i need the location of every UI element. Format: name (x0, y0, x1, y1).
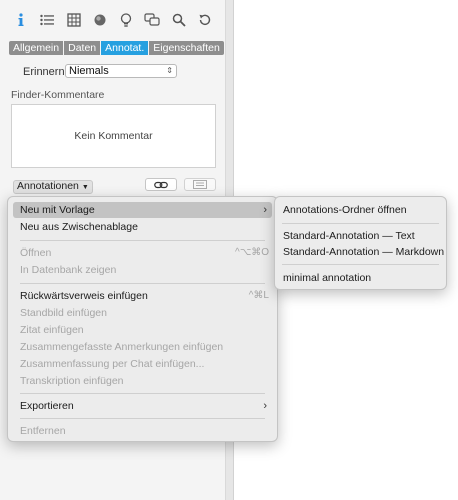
menu-item-new-from-clipboard[interactable]: Neu aus Zwischenablage (13, 219, 272, 235)
menu-separator (20, 418, 265, 419)
annotations-popup-button[interactable]: Annotationen ▼ (13, 180, 93, 194)
chevron-right-icon: › (263, 400, 267, 412)
annotation-note-button[interactable] (184, 178, 216, 191)
remind-select[interactable]: Niemals ⇕ (65, 64, 177, 78)
tab-annotationen[interactable]: Annotat. (101, 41, 150, 55)
list-icon[interactable] (36, 10, 58, 30)
menu-item-insert-chat-summary[interactable]: Zusammenfassung per Chat einfügen... (13, 356, 272, 372)
template-submenu: Annotations-Ordner öffnen Standard-Annot… (274, 196, 447, 290)
menu-separator (20, 240, 265, 241)
inspector-toolbar (10, 10, 216, 30)
submenu-item-standard-markdown[interactable]: Standard-Annotation — Markdown (282, 244, 444, 260)
menu-separator (282, 223, 439, 224)
menu-separator (20, 283, 265, 284)
menu-item-open[interactable]: Öffnen ^⌥⌘O (13, 245, 272, 261)
menu-item-insert-backlink[interactable]: Rückwärtsverweis einfügen ^⌘L (13, 288, 272, 304)
submenu-item-minimal-annotation[interactable]: minimal annotation (282, 270, 440, 286)
link-icon (154, 181, 168, 188)
menu-separator (282, 264, 439, 265)
search-icon[interactable] (168, 10, 190, 30)
circle-icon[interactable] (89, 10, 111, 30)
grid-icon[interactable] (63, 10, 85, 30)
tab-daten[interactable]: Daten (64, 41, 102, 55)
lightbulb-icon[interactable] (115, 10, 137, 30)
info-icon[interactable] (10, 10, 32, 30)
chevron-right-icon: › (263, 204, 267, 216)
finder-comment-field[interactable]: Kein Kommentar (11, 104, 216, 168)
inspector-tabs: Allgemein Daten Annotat. Eigenschaften (9, 41, 224, 55)
menu-item-new-from-template[interactable]: Neu mit Vorlage › (13, 202, 272, 218)
menu-item-show-in-database[interactable]: In Datenbank zeigen (13, 262, 272, 278)
menu-item-insert-still-image[interactable]: Standbild einfügen (13, 305, 272, 321)
tab-allgemein[interactable]: Allgemein (9, 41, 65, 55)
finder-comments-title: Finder-Kommentare (11, 89, 105, 101)
note-icon (193, 180, 207, 189)
link-button[interactable] (145, 178, 177, 191)
menu-item-export[interactable]: Exportieren › (13, 398, 272, 414)
remind-label: Erinnern (23, 66, 65, 78)
menu-item-remove[interactable]: Entfernen (13, 423, 272, 439)
chevron-down-icon: ▼ (81, 184, 89, 191)
chat-icon[interactable] (141, 10, 163, 30)
submenu-item-standard-text[interactable]: Standard-Annotation — Text (282, 228, 440, 244)
history-icon[interactable] (194, 10, 216, 30)
annotations-menu: Neu mit Vorlage › Neu aus Zwischenablage … (7, 196, 278, 442)
remind-select-value: Niemals (69, 65, 109, 77)
annotations-button-label: Annotationen (17, 180, 79, 192)
menu-shortcut: ^⌘L (248, 290, 269, 301)
submenu-item-open-annotations-folder[interactable]: Annotations-Ordner öffnen (282, 202, 440, 218)
menu-item-insert-transcription[interactable]: Transkription einfügen (13, 373, 272, 389)
menu-separator (20, 393, 265, 394)
menu-item-insert-summarized-notes[interactable]: Zusammengefasste Anmerkungen einfügen (13, 339, 272, 355)
finder-comment-placeholder: Kein Kommentar (74, 130, 153, 142)
menu-item-insert-quote[interactable]: Zitat einfügen (13, 322, 272, 338)
menu-shortcut: ^⌥⌘O (235, 247, 269, 258)
updown-chevron-icon: ⇕ (166, 66, 173, 75)
tab-eigenschaften[interactable]: Eigenschaften (149, 41, 224, 55)
